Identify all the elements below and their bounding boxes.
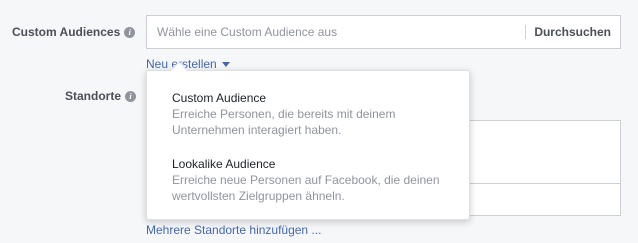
chevron-down-icon [221, 61, 230, 67]
browse-button[interactable]: Durchsuchen [526, 25, 620, 39]
create-new-dropdown-menu: Custom Audience Erreiche Personen, die b… [146, 61, 470, 220]
create-new-dropdown-toggle[interactable]: Neu erstellen [146, 57, 230, 71]
option-description: Erreiche neue Personen auf Facebook, die… [172, 173, 440, 203]
option-custom-audience[interactable]: Custom Audience Erreiche Personen, die b… [172, 90, 457, 138]
locations-label: Standorte [65, 89, 122, 103]
add-locations-link[interactable]: Mehrere Standorte hinzufügen ... [146, 223, 321, 237]
info-icon[interactable]: i [125, 90, 137, 102]
option-description: Erreiche Personen, die bereits mit deine… [172, 107, 396, 137]
option-lookalike-audience[interactable]: Lookalike Audience Erreiche neue Persone… [172, 156, 457, 204]
option-title: Custom Audience [172, 91, 267, 105]
info-icon[interactable]: i [124, 26, 136, 38]
custom-audiences-label-row: Custom Audiences i [12, 25, 136, 39]
custom-audience-field: Durchsuchen [146, 15, 621, 49]
custom-audience-input[interactable] [147, 16, 526, 48]
locations-label-row: Standorte i [65, 89, 137, 103]
custom-audiences-label: Custom Audiences [12, 25, 121, 39]
option-title: Lookalike Audience [172, 157, 276, 171]
